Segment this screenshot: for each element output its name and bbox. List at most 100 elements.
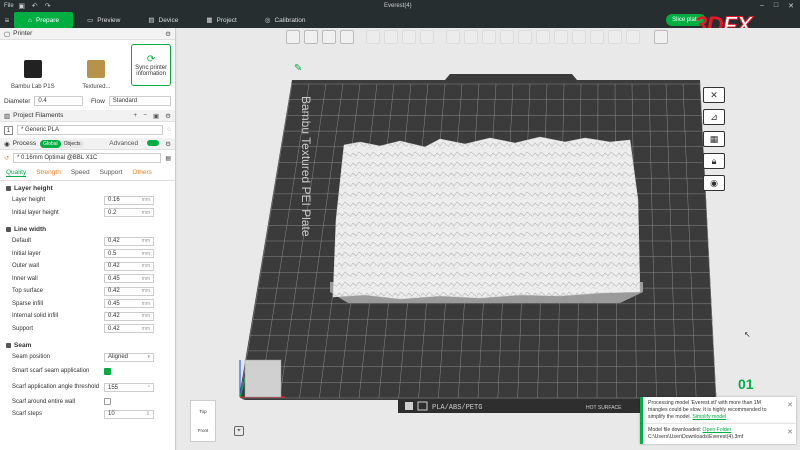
setting-row: Scarf around entire wall xyxy=(0,396,175,409)
setting-row: Initial layer 0.5 mm xyxy=(0,248,175,261)
delete-icon[interactable] xyxy=(402,30,416,44)
setting-row: Scarf application angle threshold 155 ° xyxy=(0,380,175,396)
line-width-input[interactable]: 0.45 mm xyxy=(104,274,154,284)
flow-select[interactable]: Standard xyxy=(108,96,171,106)
assembly-icon[interactable] xyxy=(626,30,640,44)
global-objects-toggle[interactable]: Global Objects xyxy=(40,139,84,148)
layers-icon[interactable] xyxy=(654,30,668,44)
arrange-plate-icon[interactable]: ▦ xyxy=(703,131,725,147)
process-settings-icon[interactable]: ⚙ xyxy=(165,140,171,148)
mesh-boolean-icon[interactable] xyxy=(536,30,550,44)
printer-card[interactable]: Bambu Lab P1S xyxy=(4,44,62,90)
copy-icon[interactable] xyxy=(366,30,380,44)
tab-speed[interactable]: Speed xyxy=(71,169,90,177)
filament-edit-circle-icon[interactable]: ◌ xyxy=(167,127,171,133)
split-icon[interactable] xyxy=(420,30,434,44)
close-plate-icon[interactable]: ✕ xyxy=(703,87,725,103)
move-icon[interactable] xyxy=(446,30,460,44)
tab-prepare[interactable]: ⌂ Prepare xyxy=(14,12,74,28)
filament-settings-icon[interactable]: ⚙ xyxy=(165,112,171,120)
minimize-icon[interactable]: – xyxy=(760,2,764,10)
cut-icon[interactable] xyxy=(518,30,532,44)
plate-materials-text: PLA/ABS/PETG xyxy=(432,404,482,412)
filament-slot-number[interactable]: 1 xyxy=(4,125,13,135)
grid-view-icon[interactable] xyxy=(304,30,318,44)
plate-card[interactable]: Textured... xyxy=(68,44,126,90)
scarf-threshold-input[interactable]: 155 ° xyxy=(104,383,154,392)
tab-others[interactable]: Others xyxy=(132,169,152,177)
layer-height-input[interactable]: 0.16 mm xyxy=(104,195,154,205)
profile-reset-icon[interactable]: ↺ xyxy=(4,155,9,162)
title-bar: File ▣ ↶ ↷ Everest(4) – □ ✕ xyxy=(0,0,800,12)
tab-calibration[interactable]: ◎ Calibration xyxy=(251,12,320,28)
smart-scarf-checkbox[interactable] xyxy=(104,368,111,375)
process-section-header: ◉ Process Global Objects Advanced ⚙ xyxy=(0,138,175,150)
process-profile-select[interactable]: * 0.16mm Optimal @BBL X1C xyxy=(13,153,162,163)
view-cube[interactable]: Top Front xyxy=(190,400,216,442)
line-width-input[interactable]: 0.45 mm xyxy=(104,299,154,309)
edit-plate-icon[interactable]: ✎ xyxy=(294,63,302,74)
remove-filament-icon[interactable]: − xyxy=(143,112,147,120)
measure-icon[interactable] xyxy=(608,30,622,44)
zoom-fit-icon[interactable]: ⌖ xyxy=(234,426,244,436)
plate-number[interactable]: 01 xyxy=(738,376,754,392)
plate-tools: ✕ ⊿ ▦ 🔒︎ ◉ xyxy=(703,87,725,191)
line-width-input[interactable]: 0.42 mm xyxy=(104,236,154,246)
diameter-select[interactable]: 0.4 xyxy=(34,96,84,106)
tab-preview[interactable]: ▭ Preview xyxy=(73,12,134,28)
seam-paint-icon[interactable] xyxy=(572,30,586,44)
plate-settings-icon[interactable]: ◉ xyxy=(703,175,725,191)
menu-icon[interactable]: ≡ xyxy=(0,16,14,25)
line-width-input[interactable]: 0.5 mm xyxy=(104,249,154,259)
plate-brand-text: Bambu Textured PEI Plate xyxy=(299,96,313,237)
undo-icon[interactable]: ↶ xyxy=(30,2,40,10)
close-icon[interactable]: ✕ xyxy=(788,2,794,10)
support-paint-icon[interactable] xyxy=(554,30,568,44)
lay-on-face-icon[interactable] xyxy=(500,30,514,44)
tab-quality[interactable]: Quality xyxy=(6,169,27,177)
open-folder-link[interactable]: Open Folder xyxy=(703,427,732,433)
prepare-icon: ⌂ xyxy=(28,16,32,24)
filament-select[interactable]: * Generic PLA xyxy=(17,125,164,135)
lock-plate-icon[interactable]: 🔒︎ xyxy=(703,153,725,169)
maximize-icon[interactable]: □ xyxy=(774,2,778,10)
close-icon[interactable]: ✕ xyxy=(787,428,793,437)
seam-position-select[interactable]: Aligned ▾ xyxy=(104,352,154,362)
simplify-model-link[interactable]: Simplify model xyxy=(692,414,726,420)
file-menu[interactable]: File xyxy=(4,3,14,9)
paste-icon[interactable] xyxy=(384,30,398,44)
auto-orient-icon[interactable] xyxy=(322,30,336,44)
arrange-icon[interactable] xyxy=(340,30,354,44)
filament-icon: ▥ xyxy=(4,112,11,120)
orient-plate-icon[interactable]: ⊿ xyxy=(703,109,725,125)
printer-section-header: ▢ Printer ⚙ xyxy=(0,28,175,40)
tab-device[interactable]: ▤ Device xyxy=(134,12,192,28)
profile-save-icon[interactable]: ▤ xyxy=(165,155,171,162)
scale-icon[interactable] xyxy=(482,30,496,44)
advanced-switch[interactable] xyxy=(147,139,160,146)
line-width-input[interactable]: 0.42 mm xyxy=(104,311,154,321)
close-icon[interactable]: ✕ xyxy=(787,401,793,410)
scarf-steps-input[interactable]: 10 ⇕ xyxy=(104,409,154,419)
view-cube-top[interactable]: Top xyxy=(191,409,215,414)
printer-settings-icon[interactable]: ⚙ xyxy=(165,30,171,38)
save-icon[interactable]: ▣ xyxy=(17,2,27,10)
tab-support[interactable]: Support xyxy=(100,169,123,177)
redo-icon[interactable]: ↷ xyxy=(43,2,53,10)
printer-image-icon xyxy=(23,60,42,78)
rotate-icon[interactable] xyxy=(464,30,478,44)
sync-printer-button[interactable]: ⟳ Sync printer information xyxy=(131,44,171,86)
add-filament-icon[interactable]: + xyxy=(133,112,137,120)
text-icon[interactable] xyxy=(590,30,604,44)
filament-edit-icon[interactable]: ▣ xyxy=(153,112,159,120)
scarf-entire-checkbox[interactable] xyxy=(104,398,111,406)
line-width-input[interactable]: 0.42 mm xyxy=(104,261,154,271)
seam-icon xyxy=(6,343,11,348)
view-cube-front[interactable]: Front xyxy=(191,428,215,433)
add-object-icon[interactable] xyxy=(286,30,300,44)
initial-layer-height-input[interactable]: 0.2 mm xyxy=(104,208,154,218)
tab-strength[interactable]: Strength xyxy=(36,169,61,177)
tab-project[interactable]: ▦ Project xyxy=(192,12,250,28)
line-width-input[interactable]: 0.42 mm xyxy=(104,286,154,296)
line-width-input[interactable]: 0.42 mm xyxy=(104,324,154,334)
